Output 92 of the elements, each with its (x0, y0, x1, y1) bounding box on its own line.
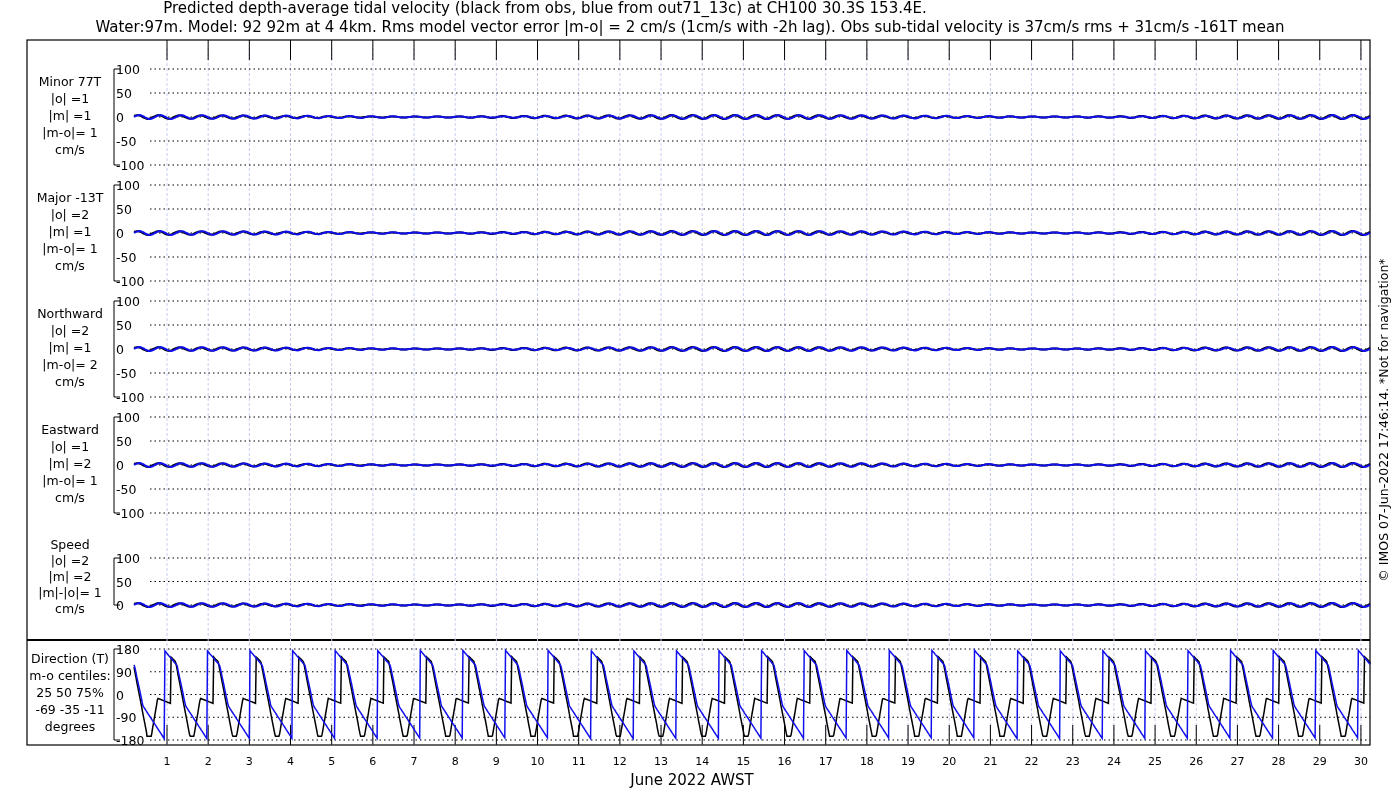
panel-label: cm/s (55, 490, 85, 505)
y-tick-label: 50 (116, 434, 132, 449)
panel-label: 25 50 75% (36, 685, 104, 700)
y-tick-label: 50 (116, 318, 132, 333)
y-tick-label: 100 (116, 178, 140, 193)
panel-label: |o| =2 (50, 323, 90, 338)
panel-label: |m| =2 (48, 456, 92, 471)
panel-label: Minor 77T (38, 74, 102, 89)
panel-label: Northward (37, 306, 103, 321)
panel-label: |m| =1 (48, 108, 92, 123)
y-tick-label: 50 (116, 202, 132, 217)
copyright-note: © IMOS 07-Jun-2022 17:46:14. *Not for navigation* (1376, 258, 1391, 582)
x-tick-label: 5 (328, 755, 336, 768)
y-tick-label: 100 (116, 410, 140, 425)
y-tick-label: -100 (116, 274, 145, 289)
x-tick-label: 2 (204, 755, 212, 768)
panel-label: |o| =1 (50, 439, 90, 454)
y-tick-label: 100 (116, 62, 140, 77)
y-tick-label: 0 (116, 226, 124, 241)
x-tick-label: 16 (777, 755, 792, 768)
y-tick-label: -180 (116, 733, 145, 748)
panel-label: Eastward (41, 422, 99, 437)
x-tick-label: 19 (901, 755, 916, 768)
chart-title: Predicted depth-average tidal velocity (black from obs, blue from out71_13c) at CH100 30.3S 153.4E. (163, 0, 927, 17)
panel-label: |o| =2 (50, 207, 90, 222)
y-tick-label: -90 (116, 710, 137, 726)
y-tick-label: -100 (116, 506, 145, 521)
x-tick-label: 18 (859, 755, 874, 768)
y-tick-label: 0 (116, 110, 124, 125)
y-tick-label: 0 (116, 598, 124, 613)
panel-label: cm/s (55, 601, 85, 616)
panel-label: |m| =1 (48, 340, 92, 355)
x-tick-label: 21 (983, 755, 998, 768)
x-tick-label: 6 (369, 755, 377, 768)
x-tick-label: 25 (1148, 755, 1163, 768)
panel-label: degrees (44, 719, 96, 734)
panel-label: |m-o|= 2 (42, 357, 98, 372)
panel-label: cm/s (55, 258, 85, 273)
y-tick-label: 100 (116, 294, 140, 309)
x-tick-label: 1 (163, 755, 171, 768)
y-tick-label: -50 (116, 366, 137, 381)
panel-label: |m| =1 (48, 224, 92, 239)
panel-label: |m-o|= 1 (42, 241, 98, 256)
y-tick-label: -100 (116, 158, 145, 173)
x-tick-label: 14 (695, 755, 710, 768)
x-tick-label: 20 (942, 755, 957, 768)
x-tick-label: 8 (451, 755, 459, 768)
panel-label: |o| =1 (50, 91, 90, 106)
x-tick-label: 27 (1230, 755, 1245, 768)
y-tick-label: 0 (116, 687, 124, 703)
x-tick-label: 11 (571, 755, 586, 768)
x-tick-label: 23 (1065, 755, 1080, 768)
y-tick-label: 0 (116, 342, 124, 357)
y-tick-label: -100 (116, 390, 145, 405)
x-axis-label: June 2022 AWST (630, 771, 754, 789)
y-tick-label: 50 (116, 86, 132, 101)
panel-label: |m|-|o|= 1 (38, 585, 102, 600)
panel-label: Direction (T) (31, 651, 109, 666)
panel-label: |m-o|= 1 (42, 125, 98, 140)
x-tick-label: 24 (1106, 755, 1121, 768)
panel-label: m-o centiles: (29, 668, 111, 683)
y-tick-label: 90 (116, 664, 132, 680)
panel-label: cm/s (55, 142, 85, 157)
y-tick-label: -50 (116, 134, 137, 149)
panel-label: Speed (50, 537, 90, 552)
x-tick-label: 10 (530, 755, 545, 768)
x-tick-label: 9 (492, 755, 500, 768)
x-tick-label: 15 (736, 755, 751, 768)
x-tick-label: 7 (410, 755, 418, 768)
x-tick-label: 4 (287, 755, 294, 768)
x-tick-label: 22 (1024, 755, 1039, 768)
chart-subtitle: Water:97m. Model: 92 92m at 4 4km. Rms model vector error |m-o| = 2 cm/s (1cm/s with -2h lag). Obs sub-tidal velocity is 37cm/s rms + 31cm/s -161T mean (95, 18, 1285, 36)
panel-label: Major -13T (36, 190, 104, 205)
x-tick-label: 3 (245, 755, 253, 768)
y-tick-label: 100 (116, 551, 140, 566)
x-tick-label: 26 (1189, 755, 1204, 768)
panel-label: -69 -35 -11 (35, 702, 105, 717)
x-tick-label: 29 (1312, 755, 1327, 768)
x-tick-label: 30 (1353, 755, 1368, 768)
x-tick-label: 28 (1271, 755, 1286, 768)
panel-label: |m| =2 (48, 569, 92, 584)
y-tick-label: -50 (116, 482, 137, 497)
y-tick-label: 50 (116, 574, 132, 590)
panel-label: cm/s (55, 374, 85, 389)
y-tick-label: 0 (116, 458, 124, 473)
panel-label: |o| =2 (50, 553, 90, 568)
x-tick-label: 13 (654, 755, 669, 768)
y-tick-label: -50 (116, 250, 137, 265)
y-tick-label: 180 (116, 642, 140, 657)
x-tick-label: 12 (612, 755, 627, 768)
panel-label: |m-o|= 1 (42, 473, 98, 488)
x-tick-label: 17 (818, 755, 833, 768)
